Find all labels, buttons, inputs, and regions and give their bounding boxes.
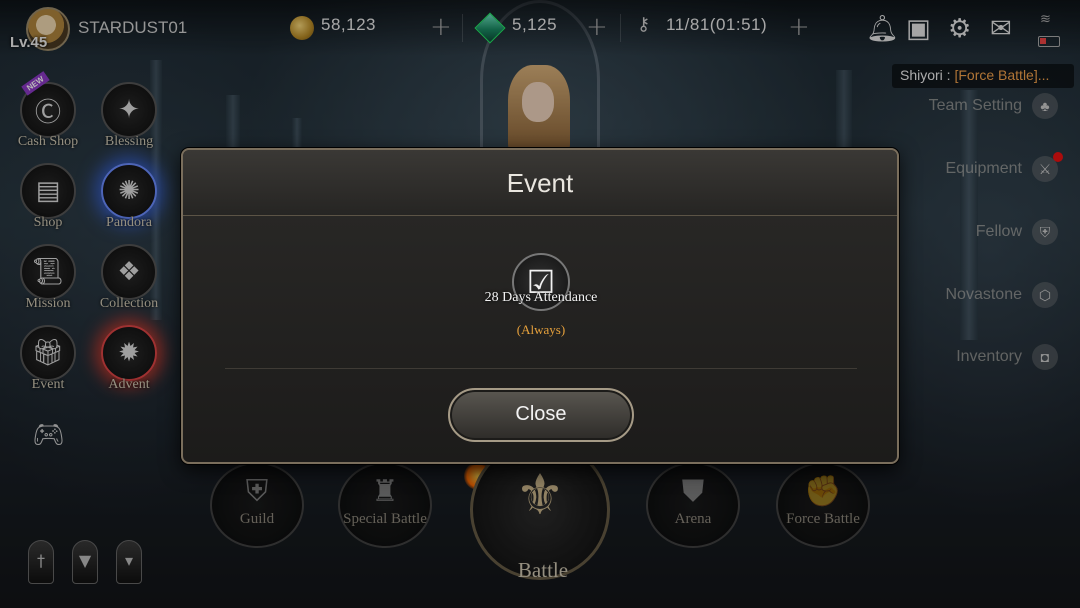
divider [225,368,857,369]
event-name[interactable]: 28 Days Attendance [441,290,641,305]
modal-title: Event [506,168,574,198]
event-modal: Event ☑ 28 Days Attendance (Always) Clos… [181,148,899,464]
event-frequency: (Always) [516,322,566,337]
close-button[interactable]: Close [448,388,634,442]
